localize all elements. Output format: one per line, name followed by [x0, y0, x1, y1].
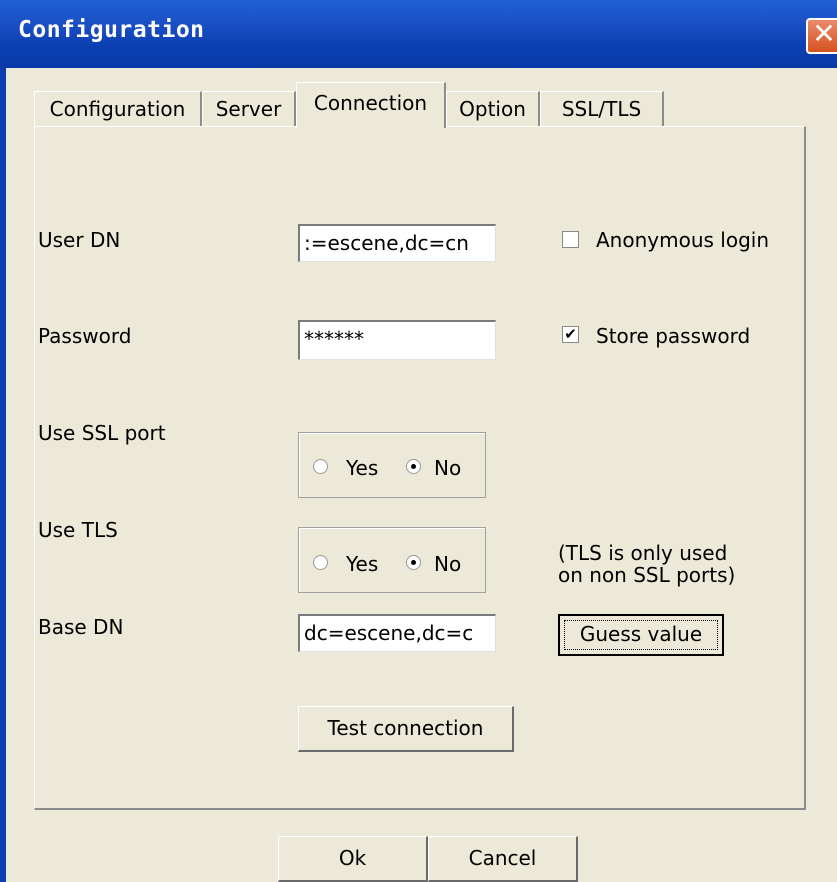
anonymous-login-checkbox[interactable] [562, 231, 579, 248]
tls-note: (TLS is only used on non SSL ports) [558, 542, 735, 586]
test-connection-button[interactable]: Test connection [298, 706, 514, 752]
tls-yes-label: Yes [346, 552, 379, 576]
store-password-label: Store password [596, 324, 751, 348]
tls-no-label: No [434, 552, 462, 576]
window-title: Configuration [18, 17, 205, 43]
ssl-yes-label: Yes [346, 456, 379, 480]
tls-note-line-1: (TLS is only used [558, 541, 728, 565]
tls-yes-radio[interactable] [313, 555, 328, 570]
tls-note-line-2: on non SSL ports) [558, 563, 736, 587]
tls-no-radio[interactable] [406, 555, 421, 570]
tab-ssl-tls[interactable]: SSL/TLS [540, 91, 664, 127]
cancel-button[interactable]: Cancel [428, 836, 578, 882]
close-icon[interactable]: ✕ [806, 18, 837, 54]
use-tls-label: Use TLS [38, 518, 118, 542]
password-field[interactable]: ****** [298, 320, 496, 360]
tab-connection[interactable]: Connection [296, 82, 446, 128]
tab-option[interactable]: Option [446, 91, 540, 127]
user-dn-label: User DN [38, 228, 121, 252]
user-dn-input[interactable]: :=escene,dc=cn [298, 224, 496, 262]
tab-configuration[interactable]: Configuration [34, 91, 202, 127]
tab-server[interactable]: Server [202, 91, 296, 127]
ssl-no-radio[interactable] [406, 459, 421, 474]
title-bar: Configuration ✕ [0, 0, 837, 68]
use-ssl-port-label: Use SSL port [38, 421, 166, 445]
ok-button[interactable]: Ok [278, 836, 428, 882]
focus-rectangle [564, 620, 718, 650]
ssl-no-label: No [434, 456, 462, 480]
base-dn-input[interactable]: dc=escene,dc=c [298, 614, 496, 652]
guess-value-button[interactable]: Guess value [558, 614, 724, 656]
password-label: Password [38, 324, 132, 348]
window-frame [0, 68, 6, 882]
anonymous-login-label: Anonymous login [596, 228, 769, 252]
ssl-yes-radio[interactable] [313, 459, 328, 474]
store-password-checkbox[interactable]: ✔ [562, 326, 579, 343]
base-dn-label: Base DN [38, 615, 124, 639]
